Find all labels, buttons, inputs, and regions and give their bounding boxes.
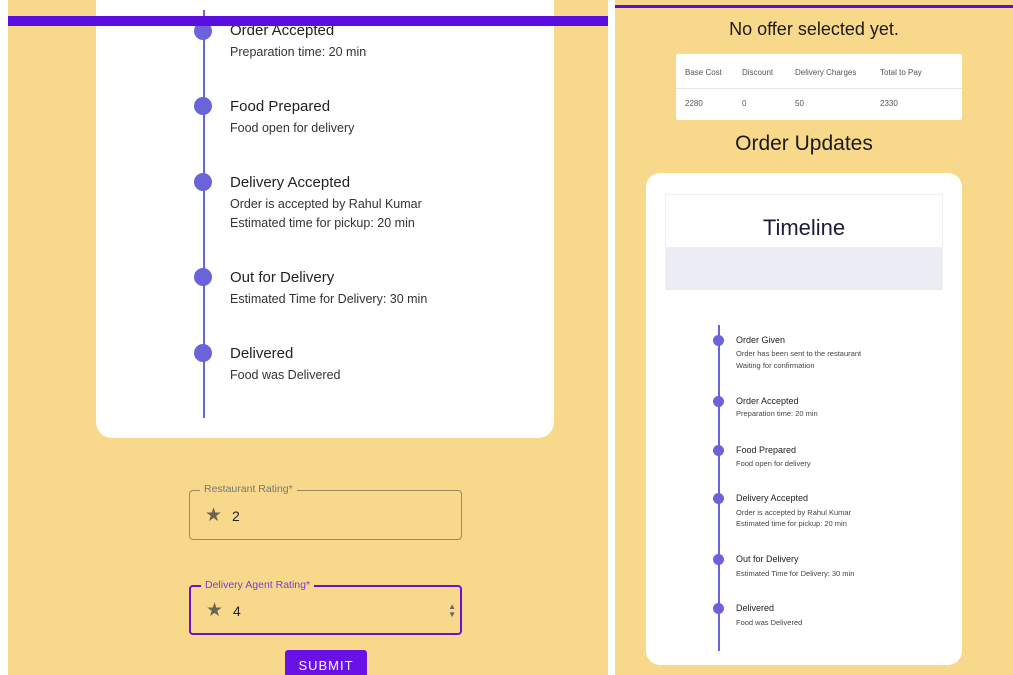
timeline-dot bbox=[713, 396, 724, 407]
offer-status-text: No offer selected yet. bbox=[729, 19, 899, 39]
timeline-item-desc: Food open for delivery bbox=[230, 121, 355, 135]
timeline-dot bbox=[194, 97, 212, 115]
timeline-item-title: Delivered bbox=[230, 345, 294, 362]
timeline-item-desc: Preparation time: 20 min bbox=[230, 45, 367, 59]
restaurant-rating-field[interactable]: Restaurant Rating* ★ 2 bbox=[189, 483, 462, 540]
timeline-item-desc: Estimated time for pickup: 20 min bbox=[230, 216, 415, 230]
timeline-item-title: Out for Delivery bbox=[736, 554, 799, 564]
order-updates-card: Timeline Order Given Order has been sent… bbox=[646, 173, 962, 665]
cost-summary-table: Base Cost Discount Delivery Charges Tota… bbox=[676, 54, 962, 120]
table-cell: 0 bbox=[742, 99, 747, 108]
timeline-item-desc: Food was Delivered bbox=[230, 368, 341, 382]
submit-button[interactable]: SUBMIT bbox=[285, 650, 367, 675]
timeline-item-desc: Preparation time: 20 min bbox=[736, 409, 818, 418]
table-cell: 2280 bbox=[685, 99, 703, 108]
timeline-item-title: Order Given bbox=[736, 335, 786, 345]
timeline-item-desc: Waiting for confirmation bbox=[736, 361, 815, 370]
timeline-item-desc: Order has been sent to the restaurant bbox=[736, 349, 862, 358]
timeline-item-desc: Estimated time for pickup: 20 min bbox=[736, 519, 847, 528]
timeline-dot bbox=[194, 344, 212, 362]
timeline-header-box: Timeline bbox=[665, 194, 943, 290]
timeline-dot bbox=[713, 554, 724, 565]
right-screenshot-panel: No offer selected yet. Base Cost Discoun… bbox=[615, 0, 1013, 675]
table-header: Total to Pay bbox=[880, 68, 922, 77]
app-top-bar bbox=[615, 5, 1013, 8]
left-screenshot-panel: Order Accepted Preparation time: 20 min … bbox=[8, 0, 608, 675]
table-cell: 50 bbox=[795, 99, 804, 108]
timeline-item-title: Food Prepared bbox=[736, 445, 797, 455]
timeline-item-title: Delivered bbox=[736, 603, 775, 613]
timeline-dot bbox=[194, 268, 212, 286]
order-timeline-card: Order Accepted Preparation time: 20 min … bbox=[96, 0, 554, 438]
timeline-dot bbox=[713, 493, 724, 504]
timeline-item-desc: Order is accepted by Rahul Kumar bbox=[230, 197, 422, 211]
delivery-agent-rating-value: 4 bbox=[233, 603, 241, 619]
timeline-dot bbox=[194, 173, 212, 191]
restaurant-rating-label: Restaurant Rating* bbox=[200, 483, 297, 495]
star-icon: ★ bbox=[206, 600, 224, 621]
timeline-item-title: Food Prepared bbox=[230, 98, 331, 115]
order-updates-title: Order Updates bbox=[735, 132, 873, 155]
timeline-item-desc: Estimated Time for Delivery: 30 min bbox=[736, 569, 855, 578]
timeline-item-desc: Estimated Time for Delivery: 30 min bbox=[230, 292, 428, 306]
star-icon: ★ bbox=[205, 505, 223, 526]
table-cell: 2330 bbox=[880, 99, 898, 108]
timeline-item-desc: Food was Delivered bbox=[736, 618, 803, 627]
timeline-dot bbox=[713, 335, 724, 346]
table-header: Base Cost bbox=[685, 68, 722, 77]
timeline-item-desc: Food open for delivery bbox=[736, 459, 811, 468]
number-stepper-icon[interactable]: ▲ ▼ bbox=[448, 603, 456, 619]
timeline-item-title: Order Accepted bbox=[736, 396, 799, 406]
timeline-item-title: Delivery Accepted bbox=[736, 493, 809, 503]
delivery-agent-rating-label: Delivery Agent Rating* bbox=[201, 579, 315, 591]
timeline-dot bbox=[713, 603, 724, 614]
timeline-header-bar bbox=[666, 247, 942, 290]
table-divider bbox=[676, 88, 962, 89]
timeline-item-title: Out for Delivery bbox=[230, 269, 335, 286]
table-header: Discount bbox=[742, 68, 774, 77]
timeline-item-title: Delivery Accepted bbox=[230, 174, 351, 191]
delivery-agent-rating-field[interactable]: Delivery Agent Rating* ★ 4 ▲ ▼ bbox=[189, 579, 462, 635]
table-header: Delivery Charges bbox=[795, 68, 857, 77]
restaurant-rating-value: 2 bbox=[232, 508, 240, 524]
timeline-dot bbox=[713, 445, 724, 456]
timeline-heading: Timeline bbox=[762, 215, 846, 240]
app-top-bar bbox=[8, 16, 608, 26]
